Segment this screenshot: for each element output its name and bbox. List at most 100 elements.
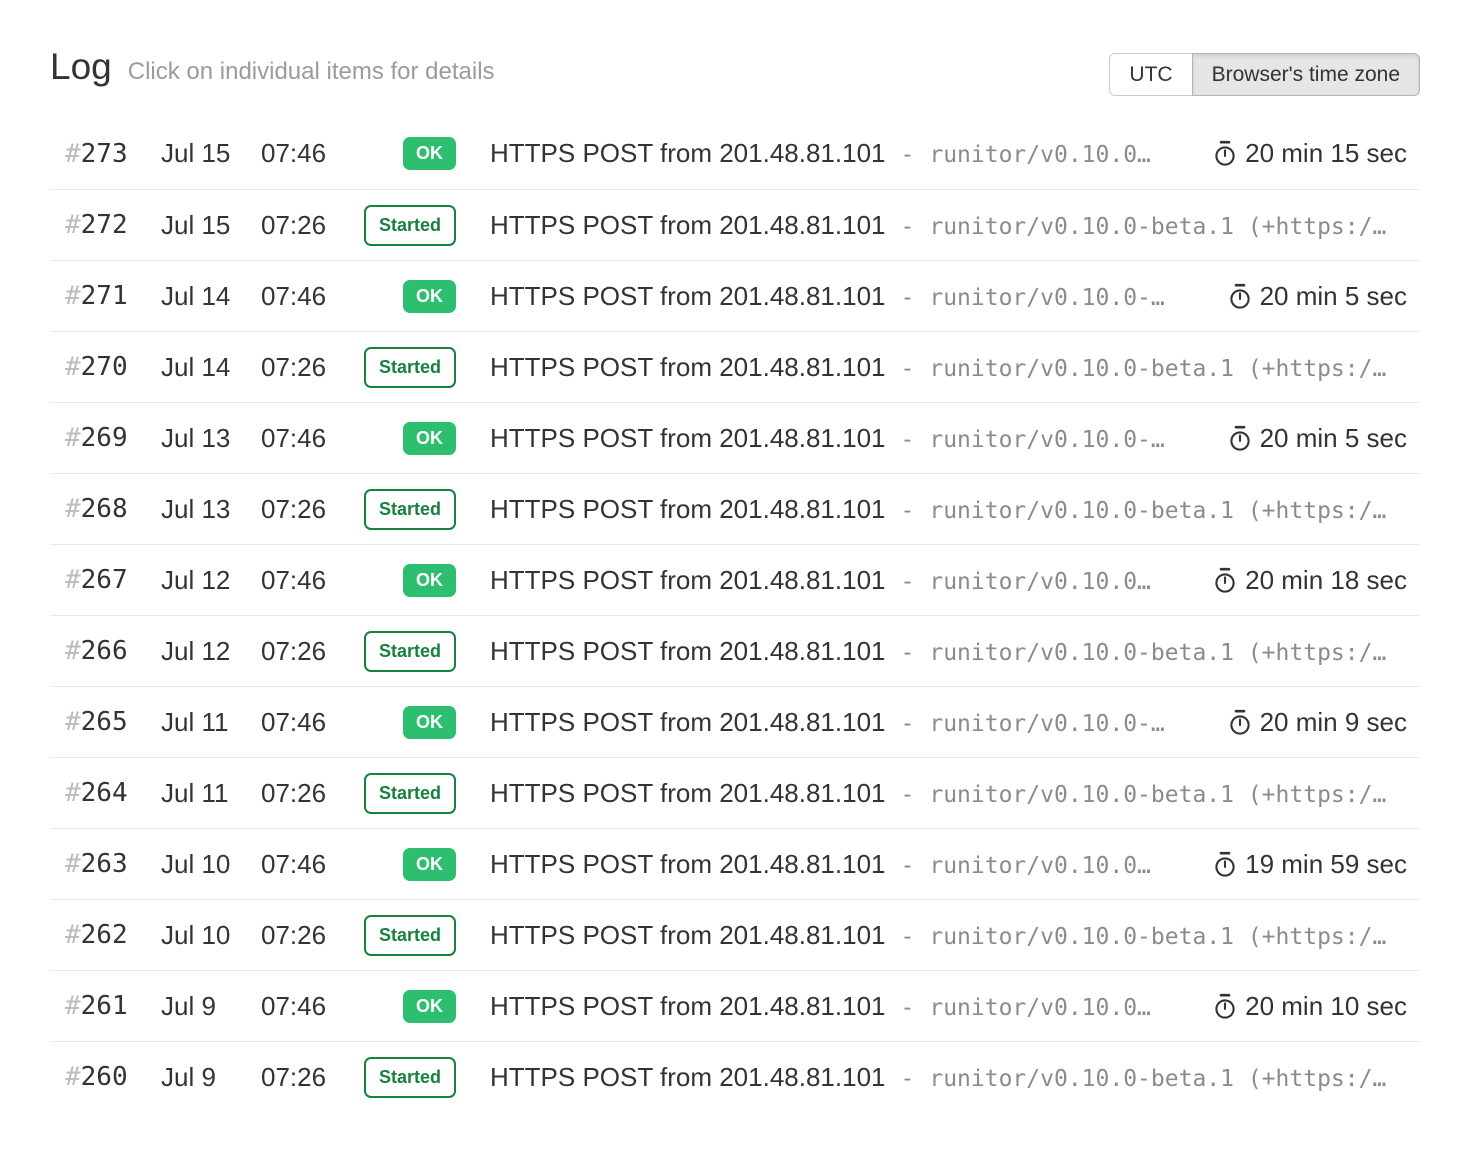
log-row[interactable]: #261 Jul 9 07:46 OK HTTPS POST from 201.… xyxy=(50,970,1420,1041)
event-date: Jul 12 xyxy=(161,565,261,596)
status-badge: Started xyxy=(364,631,456,672)
hash-prefix: # xyxy=(65,991,81,1021)
badge-cell: Started xyxy=(364,205,456,246)
message-separator: - xyxy=(900,782,914,808)
user-agent-text: runitor/v0.10.0-beta.1 (+https:/… xyxy=(929,356,1386,382)
status-badge: OK xyxy=(403,990,456,1023)
stopwatch-icon xyxy=(1214,993,1236,1020)
event-message: HTTPS POST from 201.48.81.101 xyxy=(490,210,885,241)
log-row[interactable]: #272 Jul 15 07:26 Started HTTPS POST fro… xyxy=(50,189,1420,260)
badge-cell: OK xyxy=(403,137,456,170)
user-agent-text: runitor/v0.10.0-… xyxy=(929,285,1164,311)
event-time: 07:46 xyxy=(261,849,361,880)
event-date: Jul 9 xyxy=(161,1062,261,1093)
user-agent-text: runitor/v0.10.0-beta.1 (+https:/… xyxy=(929,1066,1386,1092)
event-time: 07:26 xyxy=(261,778,361,809)
event-description: HTTPS POST from 201.48.81.101 - runitor/… xyxy=(456,494,1420,525)
status-badge: Started xyxy=(364,773,456,814)
hash-prefix: # xyxy=(65,139,81,169)
duration-text: 20 min 10 sec xyxy=(1245,991,1407,1022)
event-number: #263 xyxy=(50,849,161,879)
event-message: HTTPS POST from 201.48.81.101 xyxy=(490,707,885,738)
event-description: HTTPS POST from 201.48.81.101 - runitor/… xyxy=(456,210,1420,241)
badge-cell: Started xyxy=(364,347,456,388)
hash-prefix: # xyxy=(65,1062,81,1092)
user-agent-text: runitor/v0.10.0… xyxy=(929,569,1151,595)
event-time: 07:46 xyxy=(261,281,361,312)
event-time: 07:46 xyxy=(261,707,361,738)
page-subtitle: Click on individual items for details xyxy=(128,58,495,86)
event-time: 07:26 xyxy=(261,352,361,383)
log-row[interactable]: #263 Jul 10 07:46 OK HTTPS POST from 201… xyxy=(50,828,1420,899)
hash-prefix: # xyxy=(65,423,81,453)
message-separator: - xyxy=(900,427,914,453)
event-time: 07:26 xyxy=(261,1062,361,1093)
log-row[interactable]: #270 Jul 14 07:26 Started HTTPS POST fro… xyxy=(50,331,1420,402)
event-date: Jul 15 xyxy=(161,210,261,241)
event-date: Jul 11 xyxy=(161,778,261,809)
duration-text: 20 min 9 sec xyxy=(1260,707,1407,738)
user-agent-text: runitor/v0.10.0… xyxy=(929,853,1151,879)
user-agent-text: runitor/v0.10.0-beta.1 (+https:/… xyxy=(929,924,1386,950)
log-row[interactable]: #264 Jul 11 07:26 Started HTTPS POST fro… xyxy=(50,757,1420,828)
event-number: #267 xyxy=(50,565,161,595)
hash-prefix: # xyxy=(65,281,81,311)
user-agent-text: runitor/v0.10.0-beta.1 (+https:/… xyxy=(929,214,1386,240)
log-row[interactable]: #268 Jul 13 07:26 Started HTTPS POST fro… xyxy=(50,473,1420,544)
hash-prefix: # xyxy=(65,210,81,240)
hash-prefix: # xyxy=(65,565,81,595)
event-description: HTTPS POST from 201.48.81.101 - runitor/… xyxy=(456,352,1420,383)
status-badge: Started xyxy=(364,1057,456,1098)
utc-button[interactable]: UTC xyxy=(1109,53,1192,96)
log-row[interactable]: #267 Jul 12 07:46 OK HTTPS POST from 201… xyxy=(50,544,1420,615)
browser-timezone-button[interactable]: Browser's time zone xyxy=(1192,53,1420,96)
badge-cell: Started xyxy=(364,915,456,956)
log-row[interactable]: #269 Jul 13 07:46 OK HTTPS POST from 201… xyxy=(50,402,1420,473)
event-date: Jul 14 xyxy=(161,352,261,383)
event-number: #261 xyxy=(50,991,161,1021)
user-agent-text: runitor/v0.10.0-… xyxy=(929,427,1164,453)
badge-cell: Started xyxy=(364,1057,456,1098)
log-row[interactable]: #260 Jul 9 07:26 Started HTTPS POST from… xyxy=(50,1041,1420,1112)
event-message: HTTPS POST from 201.48.81.101 xyxy=(490,281,885,312)
status-badge: OK xyxy=(403,848,456,881)
event-number: #273 xyxy=(50,139,161,169)
stopwatch-icon xyxy=(1229,425,1251,452)
event-message: HTTPS POST from 201.48.81.101 xyxy=(490,991,885,1022)
log-row[interactable]: #271 Jul 14 07:46 OK HTTPS POST from 201… xyxy=(50,260,1420,331)
event-description: HTTPS POST from 201.48.81.101 - runitor/… xyxy=(456,707,1215,738)
event-date: Jul 10 xyxy=(161,920,261,951)
hash-prefix: # xyxy=(65,778,81,808)
duration: 20 min 10 sec xyxy=(1200,991,1420,1022)
message-separator: - xyxy=(900,356,914,382)
status-badge: Started xyxy=(364,347,456,388)
event-date: Jul 14 xyxy=(161,281,261,312)
log-row[interactable]: #262 Jul 10 07:26 Started HTTPS POST fro… xyxy=(50,899,1420,970)
status-badge: Started xyxy=(364,205,456,246)
badge-cell: OK xyxy=(403,848,456,881)
duration: 20 min 15 sec xyxy=(1200,138,1420,169)
log-row[interactable]: #266 Jul 12 07:26 Started HTTPS POST fro… xyxy=(50,615,1420,686)
duration-text: 20 min 15 sec xyxy=(1245,138,1407,169)
message-separator: - xyxy=(900,569,914,595)
event-time: 07:46 xyxy=(261,991,361,1022)
event-date: Jul 13 xyxy=(161,423,261,454)
event-number: #264 xyxy=(50,778,161,808)
log-row[interactable]: #265 Jul 11 07:46 OK HTTPS POST from 201… xyxy=(50,686,1420,757)
message-separator: - xyxy=(900,498,914,524)
event-time: 07:46 xyxy=(261,138,361,169)
hash-prefix: # xyxy=(65,849,81,879)
stopwatch-icon xyxy=(1229,283,1251,310)
event-message: HTTPS POST from 201.48.81.101 xyxy=(490,138,885,169)
event-date: Jul 10 xyxy=(161,849,261,880)
event-time: 07:26 xyxy=(261,494,361,525)
title-wrap: Log Click on individual items for detail… xyxy=(50,46,495,88)
event-description: HTTPS POST from 201.48.81.101 - runitor/… xyxy=(456,991,1200,1022)
duration: 20 min 5 sec xyxy=(1215,423,1420,454)
event-time: 07:26 xyxy=(261,920,361,951)
log-list: #273 Jul 15 07:46 OK HTTPS POST from 201… xyxy=(50,118,1420,1112)
status-badge: Started xyxy=(364,489,456,530)
log-row[interactable]: #273 Jul 15 07:46 OK HTTPS POST from 201… xyxy=(50,118,1420,189)
event-message: HTTPS POST from 201.48.81.101 xyxy=(490,494,885,525)
stopwatch-icon xyxy=(1214,567,1236,594)
